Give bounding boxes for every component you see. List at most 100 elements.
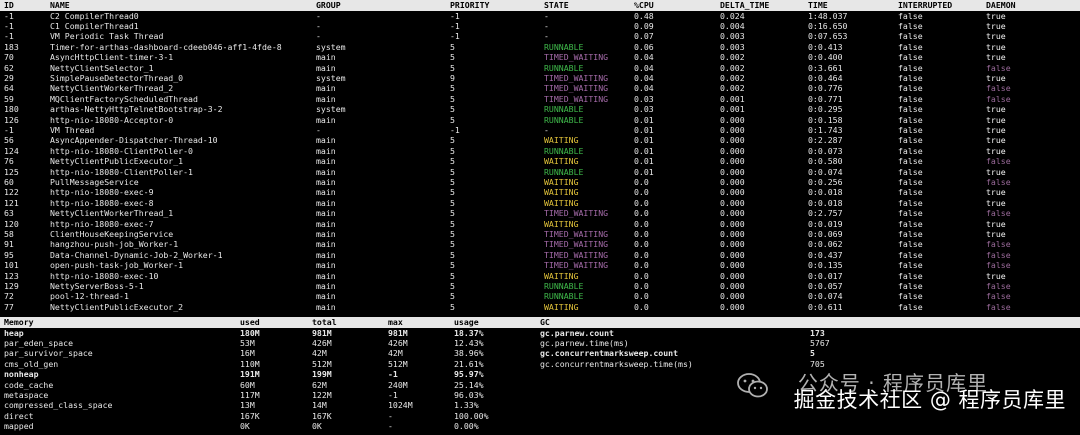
- cell-delta-time: 0.000: [720, 114, 745, 125]
- cell-id: 59: [4, 93, 14, 104]
- thread-row: 91 hangzhou-push-job_Worker-1 main 5 TIMED_W…: [0, 239, 1080, 249]
- cell-name: ClientHouseKeepingService: [50, 229, 174, 240]
- thread-row: 122 http-nio-18080-exec-9 main 5 WAITING 0.0 0…: [0, 187, 1080, 197]
- cell-time: 0:2.287: [808, 135, 843, 146]
- cell-name: http-nio-18080-exec-10: [50, 270, 159, 281]
- cell-priority: -1: [450, 124, 460, 135]
- cell-state: TIMED_WAITING: [544, 83, 609, 94]
- cell-time: 0:0.776: [808, 83, 843, 94]
- col-header-usage: usage: [450, 317, 536, 328]
- col-header-delta-time: DELTA_TIME: [716, 0, 804, 11]
- memory-max: -: [388, 410, 393, 421]
- cell-priority: 5: [450, 291, 455, 302]
- cell-priority: 5: [450, 93, 455, 104]
- col-header-daemon: DAEMON: [982, 0, 1080, 11]
- cell-name: NettyServerBoss-5-1: [50, 281, 144, 292]
- cell-daemon: true: [986, 10, 1006, 21]
- cell-delta-time: 0.002: [720, 52, 745, 63]
- cell-cpu: 0.07: [634, 31, 654, 42]
- cell-group: system: [316, 104, 346, 115]
- memory-used: 0K: [240, 421, 250, 432]
- cell-id: 101: [4, 260, 19, 271]
- cell-daemon: true: [986, 229, 1006, 240]
- memory-usage: 95.97%: [454, 369, 484, 380]
- gc-value: 173: [810, 327, 825, 338]
- cell-daemon: true: [986, 197, 1006, 208]
- cell-interrupted: false: [898, 83, 923, 94]
- cell-id: 121: [4, 197, 19, 208]
- thread-row: 77 NettyClientPublicExecutor_2 main 5 WAITIN…: [0, 302, 1080, 312]
- wechat-icon: [737, 373, 768, 398]
- cell-priority: 5: [450, 301, 455, 312]
- memory-total: 0K: [312, 421, 322, 432]
- cell-cpu: 0.0: [634, 281, 649, 292]
- cell-name: http-nio-18080-exec-9: [50, 187, 154, 198]
- memory-used: 53M: [240, 337, 255, 348]
- cell-delta-time: 0.003: [720, 41, 745, 52]
- cell-state: TIMED_WAITING: [544, 249, 609, 260]
- cell-interrupted: false: [898, 291, 923, 302]
- cell-name: MQClientFactoryScheduledThread: [50, 93, 198, 104]
- cell-delta-time: 0.001: [720, 93, 745, 104]
- cell-delta-time: 0.000: [720, 301, 745, 312]
- cell-interrupted: false: [898, 93, 923, 104]
- cell-daemon: true: [986, 124, 1006, 135]
- cell-state: WAITING: [544, 197, 579, 208]
- col-header-max: max: [384, 317, 450, 328]
- cell-interrupted: false: [898, 124, 923, 135]
- cell-cpu: 0.01: [634, 135, 654, 146]
- cell-name: SimplePauseDetectorThread_0: [50, 72, 184, 83]
- cell-daemon: true: [986, 104, 1006, 115]
- cell-group: main: [316, 93, 336, 104]
- cell-cpu: 0.0: [634, 291, 649, 302]
- cell-priority: 5: [450, 197, 455, 208]
- cell-time: 0:0.611: [808, 301, 843, 312]
- memory-used: 16M: [240, 348, 255, 359]
- cell-id: 95: [4, 249, 14, 260]
- cell-daemon: false: [986, 62, 1011, 73]
- cell-time: 0:0.073: [808, 145, 843, 156]
- cell-state: RUNNABLE: [544, 145, 584, 156]
- cell-interrupted: false: [898, 260, 923, 271]
- cell-priority: 5: [450, 166, 455, 177]
- cell-name: VM Periodic Task Thread: [50, 31, 164, 42]
- memory-usage: 0.00%: [454, 421, 479, 432]
- cell-group: -: [316, 20, 321, 31]
- gc-value: [806, 421, 1080, 431]
- col-header-total: total: [308, 317, 384, 328]
- cell-id: 56: [4, 135, 14, 146]
- cell-state: TIMED_WAITING: [544, 52, 609, 63]
- cell-group: system: [316, 72, 346, 83]
- cell-cpu: 0.01: [634, 114, 654, 125]
- cell-cpu: 0.04: [634, 72, 654, 83]
- gc-value: 705: [810, 358, 825, 369]
- memory-max: 42M: [388, 348, 403, 359]
- cell-group: main: [316, 114, 336, 125]
- memory-row: heap 180M 981M 981M 18.37% gc.parnew.count 173: [0, 328, 1080, 338]
- cell-daemon: false: [986, 83, 1011, 94]
- cell-daemon: false: [986, 291, 1011, 302]
- cell-delta-time: 0.000: [720, 270, 745, 281]
- cell-id: 58: [4, 229, 14, 240]
- cell-cpu: 0.06: [634, 41, 654, 52]
- cell-id: -1: [4, 31, 14, 42]
- cell-group: main: [316, 208, 336, 219]
- cell-delta-time: 0.000: [720, 229, 745, 240]
- cell-time: 0:0.018: [808, 197, 843, 208]
- thread-row: 58 ClientHouseKeepingService main 5 TIMED_WA…: [0, 229, 1080, 239]
- cell-delta-time: 0.000: [720, 124, 745, 135]
- cell-interrupted: false: [898, 41, 923, 52]
- cell-cpu: 0.01: [634, 156, 654, 167]
- cell-cpu: 0.04: [634, 62, 654, 73]
- cell-id: 180: [4, 104, 19, 115]
- watermark-juejin: 掘金技术社区 @ 程序员库里: [793, 388, 1066, 412]
- memory-used: 110M: [240, 358, 260, 369]
- cell-cpu: 0.09: [634, 20, 654, 31]
- gc-name: gc.parnew.count: [540, 327, 614, 338]
- cell-name: AsyncHttpClient-timer-3-1: [50, 52, 174, 63]
- cell-cpu: 0.0: [634, 260, 649, 271]
- cell-state: TIMED_WAITING: [544, 93, 609, 104]
- cell-group: main: [316, 291, 336, 302]
- gc-name: gc.concurrentmarksweep.count: [540, 348, 679, 359]
- cell-priority: 5: [450, 62, 455, 73]
